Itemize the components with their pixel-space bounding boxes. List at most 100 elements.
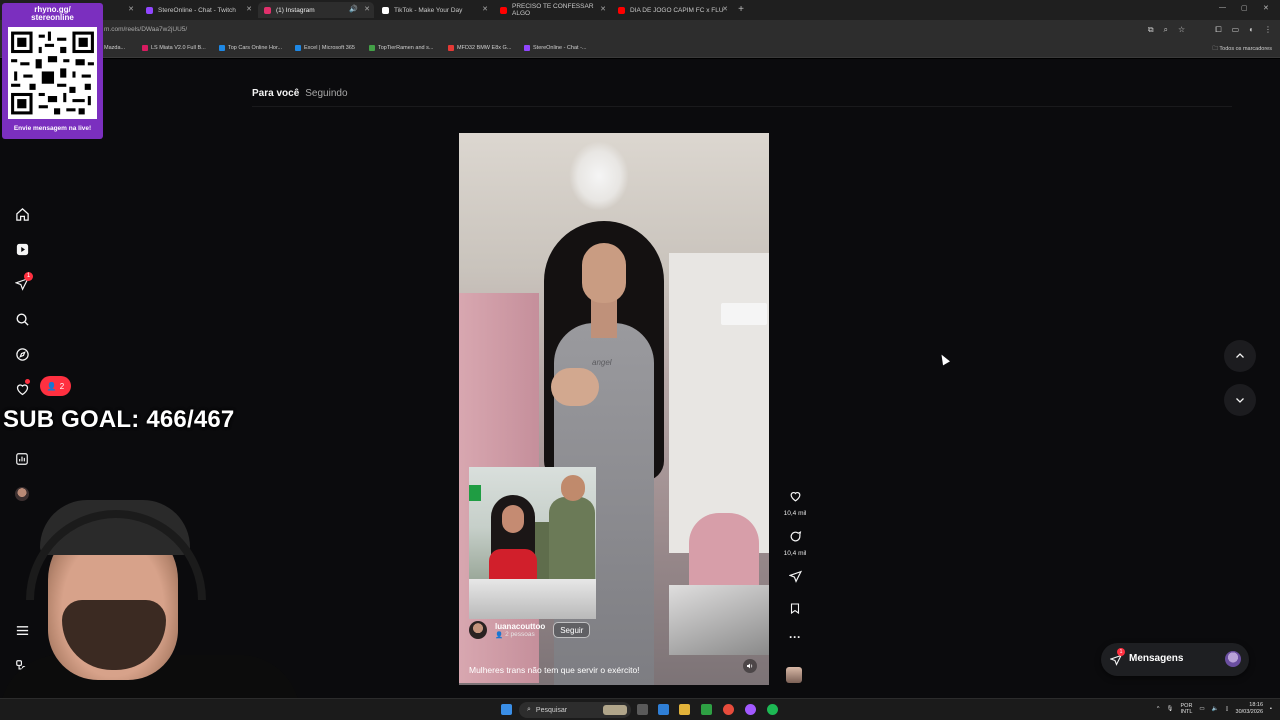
more-options-icon[interactable]: ··· [782,630,808,644]
tab-for-you[interactable]: Para você [252,88,299,99]
bookmark-star-icon[interactable]: ☆ [1178,25,1185,35]
zoom-icon[interactable]: ⌕ [1164,25,1168,35]
tab-close-icon[interactable]: ✕ [482,5,488,13]
microphone-icon[interactable]: 🎙 [1167,706,1174,712]
store-icon[interactable] [701,704,712,715]
person-hand [551,368,599,406]
app-icon[interactable] [745,704,756,715]
soldier-head [561,475,585,501]
volume-icon[interactable]: 🔈 [1212,706,1219,712]
browser-tab-6[interactable]: DIA DE JOGO CAPIM FC x FLU ✕ [612,2,732,18]
reels-icon[interactable] [12,239,32,259]
owner-username[interactable]: luanacouttoo [495,622,545,631]
taskbar-search[interactable]: ⌕ Pesquisar [519,702,631,718]
browser-tab-bar: be ✕ StereOnline - Chat - Twitch ✕ (1) I… [0,0,1280,20]
sidebar-icon[interactable]: ▭ [1232,25,1240,35]
file-explorer-icon[interactable] [679,704,690,715]
bookmark-item[interactable]: LS Miata V2.0 Full B... [142,45,206,51]
notification-dot [25,379,30,384]
insights-icon[interactable] [12,449,32,469]
woman-red-top [489,549,537,579]
messages-badge: 1 [1117,648,1125,656]
tab-close-icon[interactable]: ✕ [246,5,252,13]
reel-caption[interactable]: Mulheres trans não tem que servir o exér… [469,665,759,675]
collab-people[interactable]: 👤 2 pessoas [495,631,545,639]
all-bookmarks-label: Todos os marcadores [1219,46,1272,52]
explore-icon[interactable] [12,344,32,364]
browser-tab-4[interactable]: TikTok - Make Your Day ✕ [376,2,492,18]
tab-favicon [146,6,153,14]
bookmark-item[interactable]: MFD32 BMW E8x G... [448,45,511,51]
battery-icon[interactable]: ▯ [1225,706,1228,712]
chrome-icon[interactable] [723,704,734,715]
messages-button[interactable]: 1 Mensagens [1101,643,1249,676]
new-tab-button[interactable]: + [736,4,746,15]
share-icon[interactable] [782,570,808,588]
maximize-icon[interactable]: ▢ [1241,4,1248,12]
tab-close-icon[interactable]: ✕ [128,5,134,13]
feed-divider [252,106,1232,107]
close-window-icon[interactable]: ✕ [1263,4,1269,12]
audio-playing-icon[interactable]: 🔊 [349,5,358,13]
owner-row: luanacouttoo 👤 2 pessoas Seguir [469,621,591,639]
search-icon[interactable] [12,309,32,329]
direct-badge: 1 [24,272,33,281]
volume-icon[interactable] [743,659,757,673]
cast-icon[interactable]: ⧉ [1148,25,1154,35]
follow-button[interactable]: Seguir [553,622,591,638]
bookmark-item[interactable]: TopTierRamen and s... [369,45,433,51]
like-action[interactable]: 10,4 mil [782,490,808,517]
network-icon[interactable]: ▭ [1199,706,1204,712]
bookmark-item[interactable]: Excel | Microsoft 365 [295,45,355,51]
qr-footer: Envie mensagem na live! [13,125,92,132]
url-field[interactable]: m.com/reels/DWaa7w2jUU5/ [104,26,187,33]
browser-tab-2[interactable]: StereOnline - Chat - Twitch ✕ [140,2,256,18]
direct-icon[interactable]: 1 [12,272,33,294]
audio-thumbnail[interactable] [786,667,802,683]
save-icon[interactable] [782,602,808,620]
browser-tab-5[interactable]: PRECISO TE CONFESSAR ALGO ✕ [494,2,610,18]
brazil-flag [469,485,481,501]
bookmark-item[interactable]: Top Cars Online Hor... [219,45,282,51]
comment-action[interactable]: 10,4 mil [782,530,808,557]
tab-close-icon[interactable]: ✕ [722,5,728,13]
previous-reel-button[interactable] [1224,340,1256,372]
task-view-icon[interactable] [637,704,648,715]
notification-center-icon[interactable]: ▪ [1270,706,1272,712]
bookmark-label: StereOnline - Chat -... [533,45,587,51]
keyboard-language[interactable]: POR INTL [1181,703,1193,715]
minimize-icon[interactable]: — [1219,4,1226,11]
reel-video[interactable]: angel luanacouttoo 👤 2 pessoas Seguir Mul… [459,133,769,685]
chandelier [569,141,629,211]
bookmark-favicon [295,45,301,51]
profile-icon[interactable]: ◐ [1249,25,1254,35]
bookmark-favicon [369,45,375,51]
home-icon[interactable] [12,204,32,224]
search-icon: ⌕ [527,706,531,713]
clock-time: 18:16 [1249,702,1264,708]
notification-count-pill[interactable]: 👤 2 [40,376,71,396]
tab-label: PRECISO TE CONFESSAR ALGO [512,3,594,17]
extensions-icon[interactable]: ⧠ [1215,25,1221,35]
bookmark-item[interactable]: StereOnline - Chat -... [524,45,587,51]
person-neck [591,298,617,338]
tab-close-icon[interactable]: ✕ [364,5,370,13]
tab-following[interactable]: Seguindo [305,88,347,99]
tab-close-icon[interactable]: ✕ [600,5,606,13]
qr-title-line-2: stereonline [31,13,74,22]
chevron-up-icon[interactable]: ^ [1157,706,1160,712]
bookmark-item[interactable]: Mazda... [104,45,125,51]
browser-menu-icon[interactable]: ⋮ [1264,25,1272,35]
start-icon[interactable] [501,704,512,715]
next-reel-button[interactable] [1224,384,1256,416]
qr-overlay: rhyno.gg/stereonline Envie mensagem na l… [2,3,103,139]
copilot-icon[interactable] [658,704,669,715]
bookmark-favicon [448,45,454,51]
clock[interactable]: 18:16 30/03/2026 [1236,702,1264,716]
search-highlight-icon [603,705,627,715]
owner-avatar[interactable] [469,621,487,639]
notifications-icon[interactable] [12,379,32,399]
all-bookmarks[interactable]: 🗀 Todos os marcadores [1212,45,1272,54]
spotify-icon[interactable] [767,704,778,715]
browser-tab-3[interactable]: (1) Instagram 🔊 ✕ [258,2,374,18]
